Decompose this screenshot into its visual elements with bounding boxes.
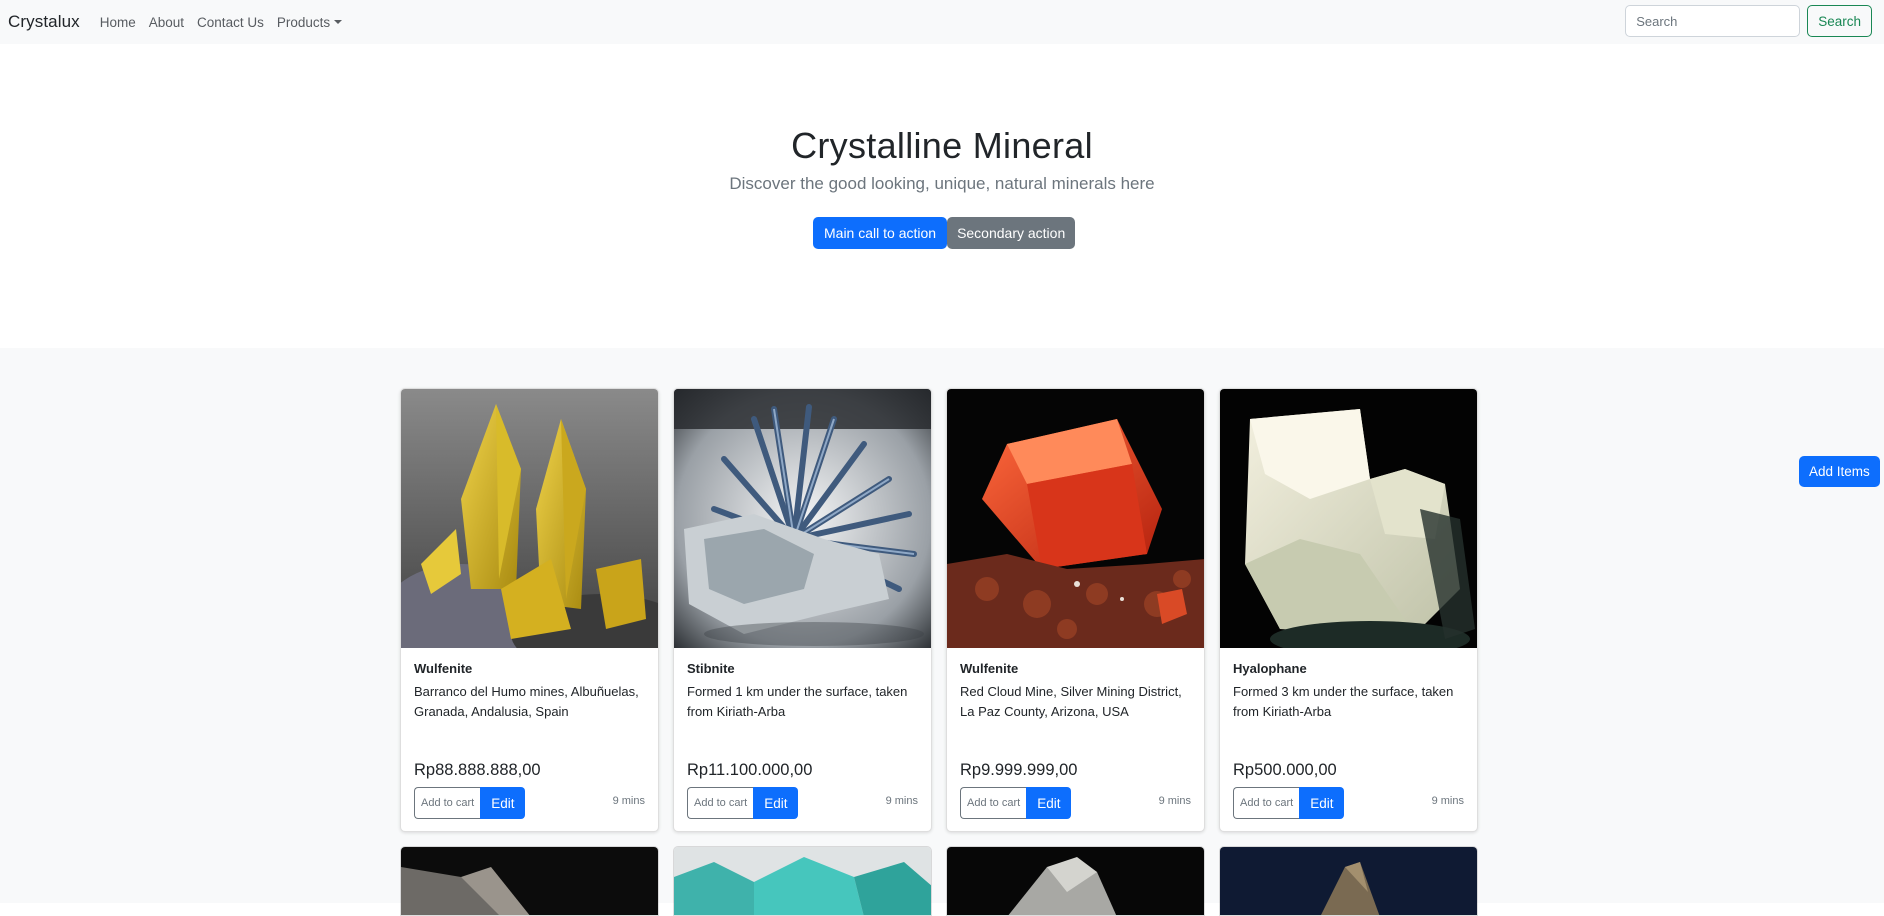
nav-link-about[interactable]: About	[149, 15, 184, 30]
search-form: Search	[1625, 5, 1872, 37]
nav-link-home[interactable]: Home	[100, 15, 136, 30]
product-image-amazonite	[674, 847, 931, 915]
hero-section: Crystalline Mineral Discover the good lo…	[0, 44, 1884, 348]
card-price: Rp11.100.000,00	[687, 761, 813, 779]
add-items-button[interactable]: Add Items	[1799, 456, 1880, 487]
product-image-stibnite	[674, 389, 931, 648]
search-button[interactable]: Search	[1807, 5, 1872, 37]
product-image-wulfenite-red	[947, 389, 1204, 648]
card-price: Rp500.000,00	[1233, 761, 1337, 779]
add-to-cart-button[interactable]: Add to cart	[1233, 787, 1300, 819]
product-image-smoky-quartz	[401, 847, 658, 915]
card-title: Wulfenite	[414, 661, 473, 676]
hero-actions: Main call to action Secondary action	[813, 217, 1076, 249]
caret-down-icon	[334, 20, 343, 24]
card-price: Rp9.999.999,00	[960, 761, 1078, 779]
edit-button[interactable]: Edit	[753, 787, 799, 819]
product-card-partial	[1219, 846, 1478, 916]
product-card: Hyalophane Formed 3 km under the surface…	[1219, 388, 1478, 832]
search-input[interactable]	[1625, 5, 1801, 37]
card-time: 9 mins	[1431, 795, 1464, 807]
card-description: Barranco del Humo mines, Albuñuelas, Gra…	[414, 684, 639, 719]
card-time: 9 mins	[1158, 795, 1191, 807]
main-cta-button[interactable]: Main call to action	[813, 217, 948, 249]
product-image-calcite	[947, 847, 1204, 915]
nav-dropdown-label: Products	[276, 14, 331, 30]
card-description: Formed 3 km under the surface, taken fro…	[1233, 684, 1454, 719]
hero-subtitle: Discover the good looking, unique, natur…	[729, 174, 1155, 193]
card-description: Formed 1 km under the surface, taken fro…	[687, 684, 908, 719]
card-title: Stibnite	[687, 661, 735, 676]
card-time: 9 mins	[612, 795, 645, 807]
edit-button[interactable]: Edit	[1026, 787, 1072, 819]
card-actions: Add to cart Edit	[414, 787, 526, 819]
nav-dropdown-products[interactable]: Products	[276, 14, 343, 30]
edit-button[interactable]: Edit	[1299, 787, 1345, 819]
product-card: Stibnite Formed 1 km under the surface, …	[673, 388, 932, 832]
card-title: Hyalophane	[1233, 661, 1307, 676]
product-card: Wulfenite Barranco del Humo mines, Albuñ…	[400, 388, 659, 832]
card-price: Rp88.888.888,00	[414, 761, 541, 779]
product-image-hyalophane	[1220, 389, 1477, 648]
product-card-partial	[946, 846, 1205, 916]
product-card: Wulfenite Red Cloud Mine, Silver Mining …	[946, 388, 1205, 832]
secondary-action-button[interactable]: Secondary action	[947, 217, 1076, 249]
add-to-cart-button[interactable]: Add to cart	[960, 787, 1027, 819]
hero-title: Crystalline Mineral	[791, 125, 1093, 166]
edit-button[interactable]: Edit	[480, 787, 526, 819]
card-actions: Add to cart Edit	[687, 787, 799, 819]
product-image-dark-crystal	[1220, 847, 1477, 915]
card-description: Red Cloud Mine, Silver Mining District, …	[960, 684, 1182, 719]
card-actions: Add to cart Edit	[960, 787, 1072, 819]
product-image-wulfenite-yellow	[401, 389, 658, 648]
product-album	[0, 348, 1884, 903]
brand-logo[interactable]: Crystalux	[8, 12, 80, 32]
product-card-partial	[400, 846, 659, 916]
product-card-partial	[673, 846, 932, 916]
add-to-cart-button[interactable]: Add to cart	[414, 787, 481, 819]
navbar: Crystalux Home About Contact Us Products…	[0, 0, 1884, 44]
card-actions: Add to cart Edit	[1233, 787, 1345, 819]
card-title: Wulfenite	[960, 661, 1019, 676]
card-time: 9 mins	[885, 795, 918, 807]
add-to-cart-button[interactable]: Add to cart	[687, 787, 754, 819]
nav-link-contact[interactable]: Contact Us	[197, 15, 264, 30]
